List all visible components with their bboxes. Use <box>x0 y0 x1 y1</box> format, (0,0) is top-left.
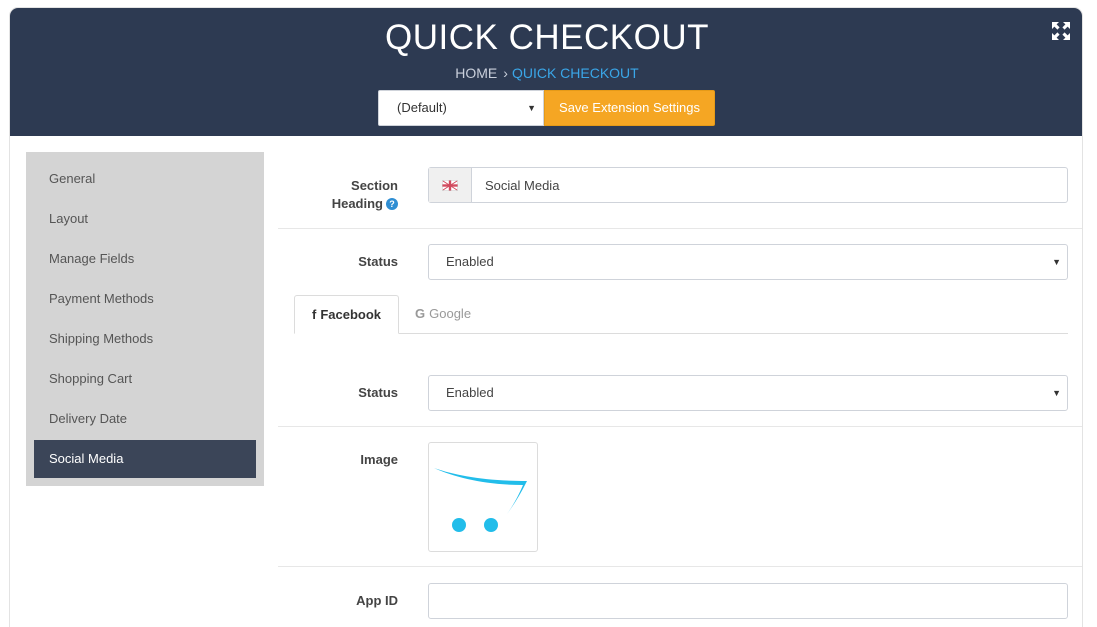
breadcrumb-current[interactable]: QUICK CHECKOUT <box>512 65 639 81</box>
tab-google-label: Google <box>429 306 472 321</box>
section-heading-label: Section Heading? <box>331 178 398 211</box>
store-select[interactable]: (Default) ▼ <box>378 90 544 126</box>
divider <box>278 566 1082 567</box>
section-heading-field <box>428 167 1068 203</box>
sidebar-item-general[interactable]: General <box>34 160 256 198</box>
tabs-divider <box>294 333 1068 334</box>
breadcrumb: HOME › QUICK CHECKOUT <box>10 65 1082 81</box>
tab-facebook[interactable]: f Facebook <box>294 295 399 334</box>
chevron-down-icon: ▼ <box>1052 388 1061 398</box>
breadcrumb-home[interactable]: HOME <box>455 65 497 81</box>
tab-google[interactable]: G Google <box>415 295 471 334</box>
sidebar-item-social-media[interactable]: Social Media <box>34 440 256 478</box>
help-icon[interactable]: ? <box>386 198 398 210</box>
language-flag-addon <box>429 168 472 202</box>
status-select[interactable]: Enabled ▼ <box>428 244 1068 280</box>
image-label: Image <box>360 452 398 467</box>
sidebar-nav: General Layout Manage Fields Payment Met… <box>26 152 264 486</box>
sidebar-item-payment-methods[interactable]: Payment Methods <box>34 280 256 318</box>
sidebar-item-shipping-methods[interactable]: Shipping Methods <box>34 320 256 358</box>
facebook-icon: f <box>311 307 317 322</box>
save-extension-settings-button[interactable]: Save Extension Settings <box>544 90 715 126</box>
sidebar-item-layout[interactable]: Layout <box>34 200 256 238</box>
app-id-input[interactable] <box>428 583 1068 619</box>
facebook-status-select-value: Enabled <box>446 385 494 400</box>
status-select-value: Enabled <box>446 254 494 269</box>
divider <box>278 228 1082 229</box>
facebook-status-select[interactable]: Enabled ▼ <box>428 375 1068 411</box>
store-select-value: (Default) <box>397 100 447 115</box>
sidebar-item-delivery-date[interactable]: Delivery Date <box>34 400 256 438</box>
sidebar-item-shopping-cart[interactable]: Shopping Cart <box>34 360 256 398</box>
fullscreen-icon[interactable] <box>1052 22 1070 40</box>
tab-facebook-label: Facebook <box>320 307 382 322</box>
chevron-down-icon: ▼ <box>1052 257 1061 267</box>
extension-panel: QUICK CHECKOUT HOME › QUICK CHECKOUT (Defa… <box>9 7 1083 627</box>
uk-flag-icon <box>442 179 458 191</box>
google-icon: G <box>415 306 426 321</box>
app-id-label: App ID <box>356 593 398 608</box>
image-thumbnail[interactable] <box>428 442 538 552</box>
divider <box>278 426 1082 427</box>
section-heading-input[interactable] <box>472 168 1067 202</box>
page-header: QUICK CHECKOUT HOME › QUICK CHECKOUT (Defa… <box>10 8 1082 136</box>
cart-logo-icon <box>434 468 527 532</box>
facebook-status-label: Status <box>358 385 398 400</box>
status-label: Status <box>358 254 398 269</box>
chevron-down-icon: ▼ <box>527 103 536 113</box>
breadcrumb-separator: › <box>503 65 508 81</box>
page-title: QUICK CHECKOUT <box>385 18 709 57</box>
sidebar-item-manage-fields[interactable]: Manage Fields <box>34 240 256 278</box>
